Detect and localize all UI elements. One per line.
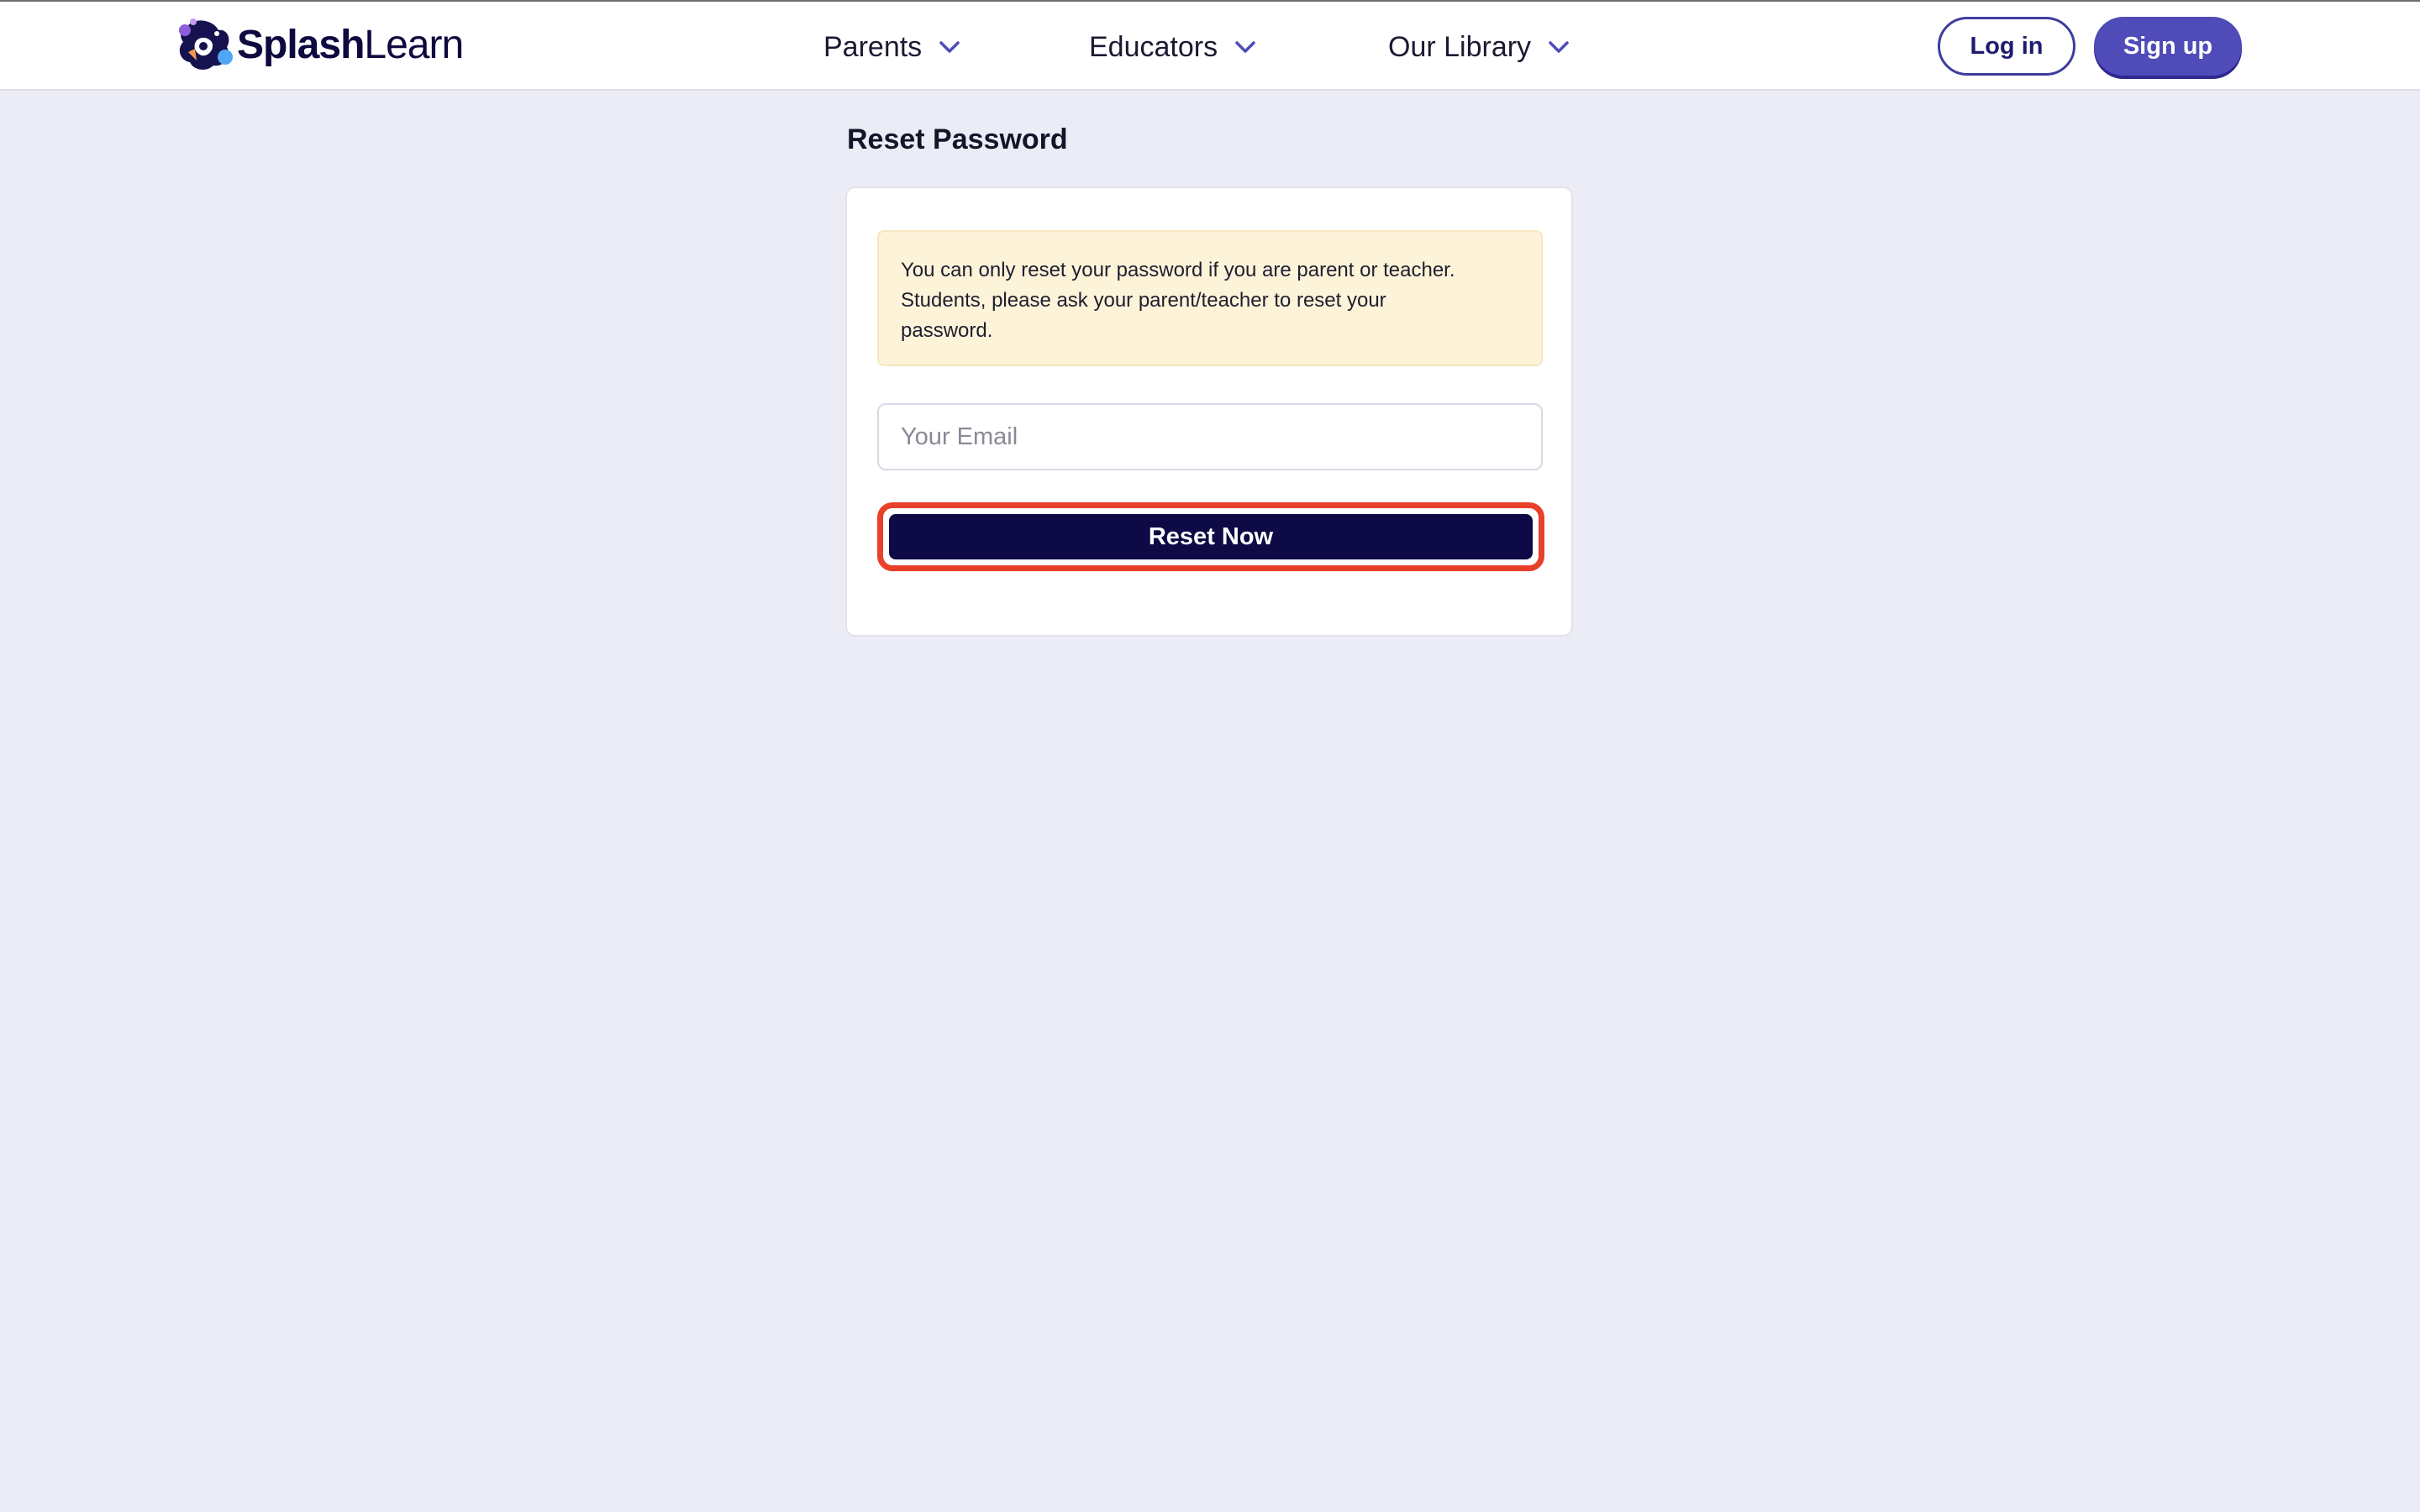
notice-line-3: password. <box>901 319 993 342</box>
logo-wordmark: SplashLearn <box>237 23 464 67</box>
chevron-down-icon <box>1549 41 1569 53</box>
nav-our-library[interactable]: Our Library <box>1388 25 1570 69</box>
reset-button-focus-ring: Reset Now <box>877 502 1544 571</box>
signup-button[interactable]: Sign up <box>2094 17 2242 76</box>
nav-parents-label: Parents <box>823 31 923 63</box>
email-input[interactable] <box>877 403 1543 470</box>
site-header: SplashLearn Parents Educators Our Librar… <box>0 0 2420 91</box>
notice-box: You can only reset your password if you … <box>877 230 1543 366</box>
nav-educators[interactable]: Educators <box>1089 25 1256 69</box>
splashlearn-logo[interactable]: SplashLearn <box>176 18 464 72</box>
nav-educators-label: Educators <box>1089 31 1218 63</box>
notice-line-2: Students, please ask your parent/teacher… <box>901 289 1386 312</box>
page-title: Reset Password <box>847 123 1068 155</box>
nav-parents[interactable]: Parents <box>823 25 960 69</box>
notice-line-1: You can only reset your password if you … <box>901 259 1455 281</box>
logo-wordmark-light: Learn <box>364 23 464 67</box>
login-button[interactable]: Log in <box>1938 17 2075 76</box>
chevron-down-icon <box>1235 41 1255 53</box>
splashlearn-logo-icon <box>179 18 233 70</box>
logo-wordmark-bold: Splash <box>237 23 365 67</box>
reset-now-button[interactable]: Reset Now <box>889 514 1533 559</box>
nav-our-library-label: Our Library <box>1388 31 1532 63</box>
reset-password-card: You can only reset your password if you … <box>845 186 1573 637</box>
chevron-down-icon <box>939 41 960 53</box>
